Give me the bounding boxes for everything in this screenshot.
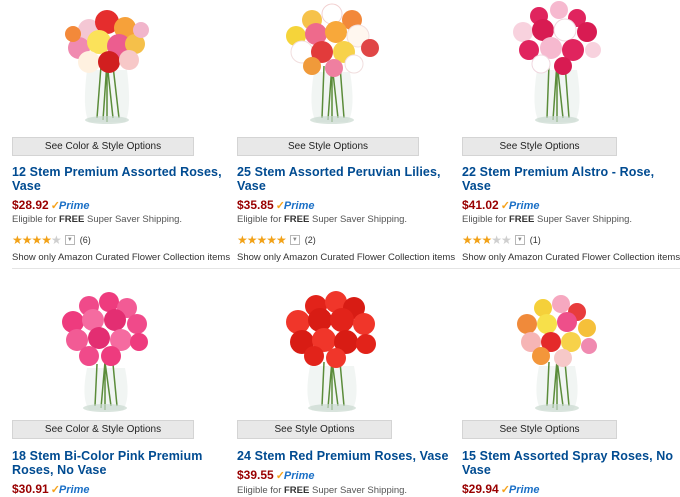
product-title[interactable]: 18 Stem Bi-Color Pink Premium Roses, No …: [12, 449, 232, 477]
product-card: See Color & Style Options 18 Stem Bi-Col…: [12, 290, 232, 496]
price-line: $35.85 ✓Prime: [237, 198, 315, 213]
product-price: $39.55: [237, 468, 274, 482]
star-rating-icon[interactable]: ★★★★★: [462, 233, 512, 247]
see-options-button[interactable]: See Style Options: [462, 420, 617, 439]
star-rating-icon[interactable]: ★★★★★: [237, 233, 287, 247]
red-roses-icon[interactable]: [252, 290, 412, 418]
product-price: $35.85: [237, 198, 274, 212]
price-line: $39.55 ✓Prime: [237, 468, 315, 483]
rating: ★★★★★ ▼ (2): [237, 233, 316, 247]
shipping-eligibility: Eligible for FREE Super Saver Shipping.: [462, 214, 633, 225]
prime-badge: ✓Prime: [275, 200, 315, 212]
product-title[interactable]: 15 Stem Assorted Spray Roses, No Vase: [462, 449, 680, 477]
product-title[interactable]: 12 Stem Premium Assorted Roses, Vase: [12, 165, 232, 193]
review-count[interactable]: (2): [305, 235, 316, 245]
product-card: See Style Options 15 Stem Assorted Spray…: [462, 290, 680, 496]
product-card: See Style Options 22 Stem Premium Alstro…: [462, 0, 680, 265]
product-price: $41.02: [462, 198, 499, 212]
curated-collection-link[interactable]: Show only Amazon Curated Flower Collecti…: [12, 252, 230, 263]
assorted-roses-icon[interactable]: [27, 0, 187, 128]
see-options-button[interactable]: See Style Options: [462, 137, 617, 156]
product-card: See Style Options 25 Stem Assorted Peruv…: [237, 0, 457, 265]
review-count[interactable]: (1): [530, 235, 541, 245]
curated-collection-link[interactable]: Show only Amazon Curated Flower Collecti…: [462, 252, 680, 263]
see-options-button[interactable]: See Color & Style Options: [12, 420, 194, 439]
rating: ★★★★★ ▼ (6): [12, 233, 91, 247]
see-options-button[interactable]: See Color & Style Options: [12, 137, 194, 156]
chevron-down-icon[interactable]: ▼: [289, 235, 300, 245]
spray-roses-icon[interactable]: [477, 290, 637, 418]
product-title[interactable]: 22 Stem Premium Alstro - Rose, Vase: [462, 165, 680, 193]
star-rating-icon[interactable]: ★★★★★: [12, 233, 62, 247]
chevron-down-icon[interactable]: ▼: [514, 235, 525, 245]
shipping-eligibility: Eligible for FREE Super Saver Shipping.: [237, 214, 408, 225]
product-card: See Color & Style Options 12 Stem Premiu…: [12, 0, 232, 265]
prime-badge: ✓Prime: [50, 200, 90, 212]
pink-roses-icon[interactable]: [27, 290, 187, 418]
chevron-down-icon[interactable]: ▼: [64, 235, 75, 245]
row-divider: [12, 268, 680, 269]
see-options-button[interactable]: See Style Options: [237, 137, 419, 156]
alstro-rose-icon[interactable]: [477, 0, 637, 128]
price-line: $41.02 ✓Prime: [462, 198, 540, 213]
product-title[interactable]: 25 Stem Assorted Peruvian Lilies, Vase: [237, 165, 457, 193]
product-price: $28.92: [12, 198, 49, 212]
curated-collection-link[interactable]: Show only Amazon Curated Flower Collecti…: [237, 252, 455, 263]
review-count[interactable]: (6): [80, 235, 91, 245]
shipping-eligibility: Eligible for FREE Super Saver Shipping.: [12, 214, 183, 225]
product-price: $30.91: [12, 482, 49, 496]
shipping-eligibility: Eligible for FREE Super Saver Shipping.: [237, 485, 408, 496]
product-title[interactable]: 24 Stem Red Premium Roses, Vase: [237, 449, 457, 463]
prime-badge: ✓Prime: [500, 200, 540, 212]
product-price: $29.94: [462, 482, 499, 496]
price-line: $28.92 ✓Prime: [12, 198, 90, 213]
product-card: See Style Options 24 Stem Red Premium Ro…: [237, 290, 457, 496]
prime-badge: ✓Prime: [275, 470, 315, 482]
peruvian-lilies-icon[interactable]: [252, 0, 412, 128]
see-options-button[interactable]: See Style Options: [237, 420, 392, 439]
rating: ★★★★★ ▼ (1): [462, 233, 541, 247]
